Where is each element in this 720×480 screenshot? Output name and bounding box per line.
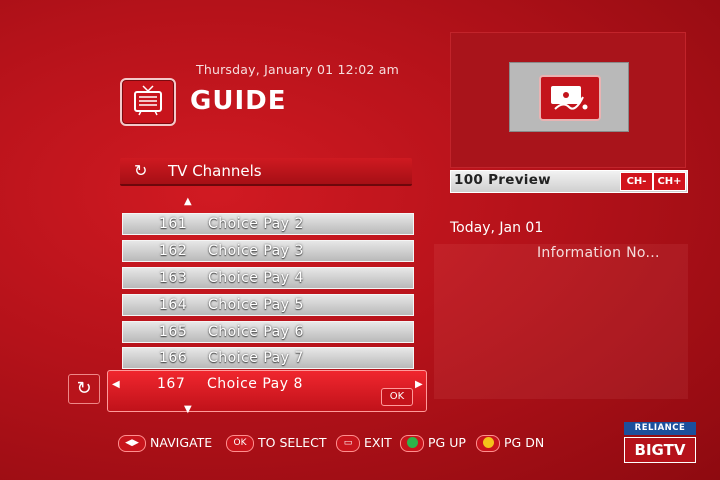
refresh-icon: ↻ [134, 161, 148, 180]
logo-top-text: RELIANCE [624, 422, 696, 435]
legend-navigate-label: NAVIGATE [150, 435, 213, 450]
page-title: GUIDE [190, 86, 287, 116]
scroll-up-arrow-icon[interactable]: ▲ [184, 196, 192, 207]
info-panel [434, 244, 688, 399]
channel-number: 166 [159, 350, 188, 366]
channel-row[interactable]: 162 Choice Pay 3 [122, 240, 414, 262]
preview-channel-label: 100 Preview [454, 172, 551, 188]
green-key-icon [400, 435, 424, 452]
selected-channel-name: Choice Pay 8 [207, 376, 303, 392]
channel-number: 162 [159, 243, 188, 259]
channel-row[interactable]: 163 Choice Pay 4 [122, 267, 414, 289]
exit-key-icon: ▭ [336, 435, 360, 452]
channel-number: 165 [159, 324, 188, 340]
channel-row[interactable]: 161 Choice Pay 2 [122, 213, 414, 235]
no-signal-icon [539, 75, 601, 121]
channel-number: 161 [159, 216, 188, 232]
channel-down-button[interactable]: CH- [620, 172, 653, 191]
tv-icon [120, 78, 176, 126]
right-arrow-icon[interactable]: ▶ [415, 379, 423, 390]
legend-navigate: ◀▶ NAVIGATE [118, 435, 212, 452]
yellow-key-icon [476, 435, 500, 452]
channel-name: Choice Pay 6 [208, 324, 304, 340]
channel-name: Choice Pay 3 [208, 243, 304, 259]
ok-key-icon: OK [226, 435, 254, 452]
ok-button[interactable]: OK [381, 388, 413, 406]
legend-select-label: TO SELECT [258, 435, 327, 450]
channel-row[interactable]: 164 Choice Pay 5 [122, 294, 414, 316]
legend-pg-dn-label: PG DN [504, 435, 545, 450]
legend-pg-up-label: PG UP [428, 435, 466, 450]
brand-logo: RELIANCE BIGTV [624, 422, 696, 464]
channel-category-header[interactable] [120, 158, 412, 186]
channel-name: Choice Pay 5 [208, 297, 304, 313]
legend-exit-label: EXIT [364, 435, 392, 450]
channel-up-button[interactable]: CH+ [653, 172, 686, 191]
refresh-button[interactable]: ↻ [68, 374, 100, 404]
channel-name: Choice Pay 7 [208, 350, 304, 366]
legend-select: OK TO SELECT [226, 435, 327, 452]
channel-number: 164 [159, 297, 188, 313]
date-time: Thursday, January 01 12:02 am [196, 62, 399, 77]
left-arrow-icon[interactable]: ◀ [112, 379, 120, 390]
channel-row[interactable]: 165 Choice Pay 6 [122, 321, 414, 343]
navigate-arrows-icon: ◀▶ [118, 435, 146, 452]
channel-row[interactable]: 166 Choice Pay 7 [122, 347, 414, 369]
legend-pg-up: PG UP [400, 435, 466, 452]
channel-category-label: TV Channels [168, 162, 262, 180]
info-date: Today, Jan 01 [450, 220, 544, 236]
legend-exit: ▭ EXIT [336, 435, 392, 452]
info-text: Information No... [537, 245, 660, 261]
channel-name: Choice Pay 4 [208, 270, 304, 286]
logo-bottom-text: BIGTV [624, 437, 696, 463]
selected-channel-number: 167 [157, 376, 186, 392]
legend-pg-dn: PG DN [476, 435, 544, 452]
scroll-down-arrow-icon[interactable]: ▼ [184, 404, 192, 415]
channel-name: Choice Pay 2 [208, 216, 304, 232]
channel-number: 163 [159, 270, 188, 286]
